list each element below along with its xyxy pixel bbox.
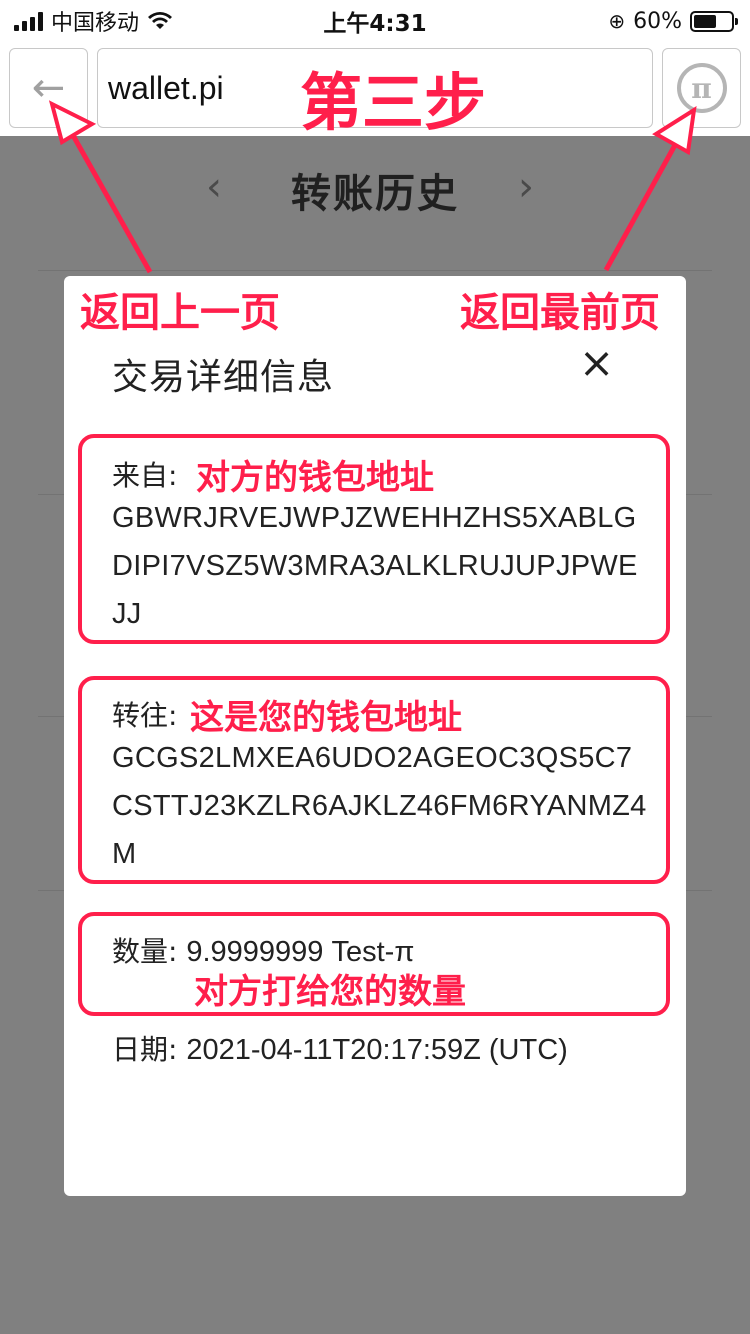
- status-right: ⊕ 60%: [608, 8, 738, 34]
- date-label: 日期:: [112, 1033, 178, 1066]
- back-hint-annotation: 返回上一页: [80, 290, 280, 336]
- chevron-right-icon[interactable]: ›: [518, 164, 534, 210]
- back-button[interactable]: ←: [9, 48, 88, 128]
- from-hint-annotation: 对方的钱包地址: [196, 458, 434, 498]
- home-hint-annotation: 返回最前页: [460, 290, 660, 336]
- carrier-name: 中国移动: [51, 11, 140, 36]
- to-hint-annotation: 这是您的钱包地址: [190, 698, 462, 738]
- status-left: 中国移动: [14, 5, 173, 37]
- status-bar: 中国移动 上午4:31 ⊕ 60%: [0, 0, 750, 42]
- chevron-left-icon[interactable]: ‹: [206, 164, 222, 210]
- page-header: ‹ 转账历史 ›: [0, 150, 750, 230]
- pi-logo-icon: π: [676, 63, 727, 113]
- date-field: 日期: 2021-04-11T20:17:59Z (UTC): [112, 1028, 652, 1068]
- signal-icon: [14, 11, 43, 31]
- rotation-lock-icon: ⊕: [608, 9, 626, 33]
- date-value: 2021-04-11T20:17:59Z (UTC): [186, 1034, 568, 1066]
- close-icon[interactable]: ×: [579, 342, 614, 384]
- list-divider: [38, 270, 712, 271]
- home-button[interactable]: π: [662, 48, 741, 128]
- page-title: 转账历史: [291, 171, 459, 217]
- modal-title: 交易详细信息: [112, 357, 335, 398]
- step-annotation: 第三步: [300, 66, 487, 139]
- battery-percent: 60%: [633, 8, 682, 34]
- arrow-left-icon: ←: [31, 65, 66, 111]
- battery-fill: [694, 14, 716, 28]
- amount-hint-annotation: 对方打给您的数量: [194, 972, 466, 1012]
- battery-icon: [690, 10, 738, 32]
- wifi-icon: [148, 12, 173, 29]
